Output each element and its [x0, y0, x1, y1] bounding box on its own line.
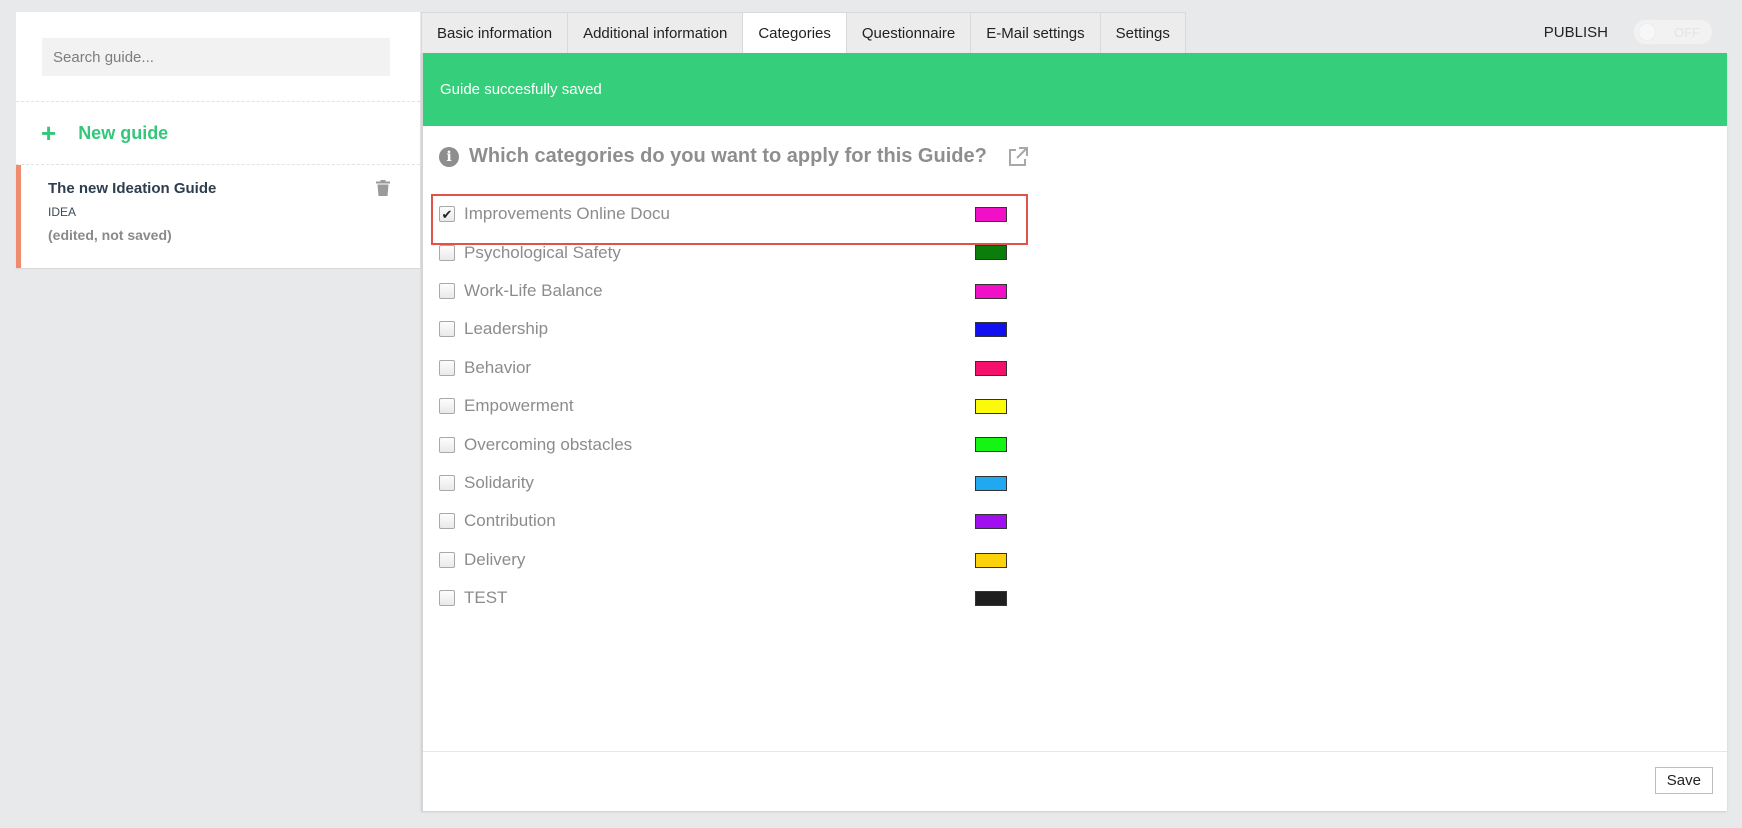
category-color-swatch[interactable]	[975, 207, 1007, 222]
guide-title: The new Ideation Guide	[48, 180, 217, 197]
category-checkbox[interactable]	[439, 590, 455, 607]
category-checkbox[interactable]	[439, 398, 455, 415]
info-icon: i	[439, 146, 459, 167]
category-checkbox[interactable]	[439, 244, 455, 261]
category-label: Leadership	[464, 319, 549, 339]
category-list: ✔ Improvements Online Docu Psychological S…	[431, 193, 1029, 617]
categories-content: Guide succesfully saved i Which categori…	[421, 53, 1727, 811]
sidebar-search-area	[16, 12, 420, 102]
success-alert: Guide succesfully saved	[423, 53, 1727, 126]
new-guide-button[interactable]: + New guide	[16, 102, 420, 165]
category-label: Overcoming obstacles	[464, 434, 633, 454]
category-label: Behavior	[464, 357, 532, 377]
trash-icon[interactable]	[376, 180, 390, 196]
category-color-swatch[interactable]	[975, 475, 1007, 491]
category-label: Delivery	[464, 549, 526, 569]
category-color-swatch[interactable]	[975, 283, 1007, 299]
category-row[interactable]: Solidarity	[439, 464, 1029, 502]
category-color-swatch[interactable]	[975, 245, 1007, 261]
category-label: Improvements Online Docu	[464, 204, 670, 224]
publish-label: PUBLISH	[1543, 24, 1608, 41]
category-row[interactable]: Delivery	[439, 541, 1029, 579]
footer-bar: Save	[423, 751, 1727, 811]
category-color-swatch[interactable]	[975, 322, 1007, 338]
category-row[interactable]: Leadership	[439, 310, 1029, 348]
tab-basic-information[interactable]: Basic information	[421, 12, 569, 53]
tab-settings[interactable]: Settings	[1099, 12, 1186, 53]
category-color-swatch[interactable]	[975, 590, 1007, 606]
category-checkbox[interactable]	[439, 436, 455, 453]
category-checkbox[interactable]	[439, 474, 455, 491]
category-row[interactable]: Empowerment	[439, 387, 1029, 425]
category-row[interactable]: Contribution	[439, 502, 1029, 540]
category-color-swatch[interactable]	[975, 437, 1007, 453]
publish-toggle[interactable]: OFF	[1633, 19, 1713, 45]
category-checkbox[interactable]	[439, 282, 455, 299]
tab-categories[interactable]: Categories	[742, 12, 847, 54]
save-button[interactable]: Save	[1654, 767, 1713, 794]
guide-sidebar: + New guide The new Ideation Guide IDEA …	[16, 12, 420, 268]
category-row[interactable]: Behavior	[439, 349, 1029, 387]
guide-status: (edited, not saved)	[48, 227, 172, 243]
category-label: Psychological Safety	[464, 242, 621, 262]
external-link-icon[interactable]	[1007, 146, 1029, 168]
category-checkbox[interactable]	[439, 513, 455, 530]
question-heading: Which categories do you want to apply fo…	[469, 145, 987, 167]
tab-bar: Basic information Additional information C…	[421, 12, 1186, 54]
category-color-swatch[interactable]	[975, 398, 1007, 414]
category-row[interactable]: Work-Life Balance	[439, 272, 1029, 310]
new-guide-label: New guide	[78, 122, 169, 143]
search-input[interactable]	[42, 38, 390, 76]
tab-additional-information[interactable]: Additional information	[567, 12, 744, 53]
category-label: Empowerment	[464, 396, 574, 416]
category-row[interactable]: ✔ Improvements Online Docu	[431, 193, 1029, 246]
tab-e-mail-settings[interactable]: E-Mail settings	[970, 12, 1101, 53]
tab-questionnaire[interactable]: Questionnaire	[845, 12, 972, 53]
category-checkbox[interactable]	[439, 359, 455, 376]
category-checkbox-checked[interactable]: ✔	[439, 206, 455, 223]
category-checkbox[interactable]	[439, 551, 455, 568]
alert-message: Guide succesfully saved	[440, 81, 602, 98]
category-color-swatch[interactable]	[975, 360, 1007, 376]
category-color-swatch[interactable]	[975, 514, 1007, 530]
toggle-knob	[1638, 23, 1656, 41]
category-label: Work-Life Balance	[464, 280, 603, 300]
category-color-swatch[interactable]	[975, 552, 1007, 568]
category-checkbox[interactable]	[439, 321, 455, 338]
category-label: Contribution	[464, 511, 556, 531]
category-label: TEST	[464, 588, 508, 608]
category-row[interactable]: Psychological Safety	[439, 233, 1029, 271]
toggle-label: OFF	[1674, 25, 1700, 40]
question-row: i Which categories do you want to apply …	[439, 145, 1029, 168]
guide-type: IDEA	[48, 205, 77, 219]
category-row[interactable]: Overcoming obstacles	[439, 425, 1029, 463]
category-row[interactable]: TEST	[439, 579, 1029, 617]
plus-icon: +	[41, 118, 57, 148]
main-panel: Basic information Additional information C…	[421, 12, 1727, 811]
category-label: Solidarity	[464, 472, 534, 492]
guide-list-item[interactable]: The new Ideation Guide IDEA (edited, not…	[16, 165, 420, 268]
